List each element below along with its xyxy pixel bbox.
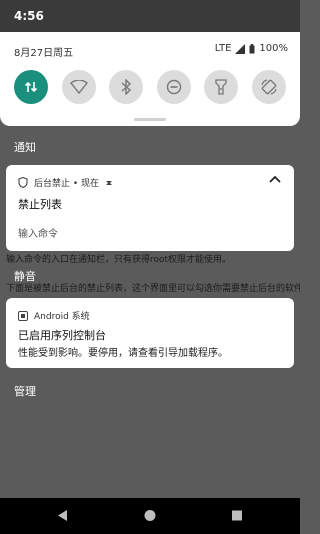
bluetooth-toggle-tile[interactable] [109,70,143,104]
battery-icon [249,43,255,53]
dnd-toggle-tile[interactable] [157,70,191,104]
data-toggle-tile[interactable] [14,70,48,104]
battery-percent: 100% [259,43,288,54]
signal-icon [235,43,246,54]
qs-status-icons: LTE 100% [215,43,288,54]
command-input[interactable]: 输入命令 [18,225,58,240]
flashlight-icon [215,79,227,95]
chevron-up-icon[interactable] [268,173,282,187]
android-system-icon [18,310,28,321]
status-time: 4:56 [14,9,44,23]
do-not-disturb-icon [166,79,182,95]
notification-title: 已启用序列控制台 [18,329,106,342]
notification-app-label: 后台禁止 • 现在 [34,179,100,189]
notifications-section-title: 通知 [14,141,36,154]
shield-icon [18,177,28,188]
flashlight-toggle-tile[interactable] [204,70,238,104]
notification-small-icon [106,180,113,185]
background-text-line2: 下面是被禁止后台的禁止列表，这个界面里可以勾选你需要禁止后台的软件 [6,284,300,294]
bluetooth-icon [121,79,132,95]
background-text-line1: 输入命令的入口在通知栏，只有获得root权限才能使用。 [6,255,232,265]
wifi-icon [70,80,88,94]
autorotate-icon [261,79,277,95]
network-label: LTE [214,43,232,54]
notification-app-label: Android 系统 [34,312,90,322]
wifi-toggle-tile[interactable] [62,70,96,104]
quick-settings-panel: 8月27日周五 LTE 100% [0,32,300,126]
notification-title: 禁止列表 [18,198,62,211]
manage-button[interactable]: 管理 [14,383,36,399]
autorotate-toggle-tile[interactable] [252,70,286,104]
recents-icon[interactable] [231,509,243,522]
back-icon[interactable] [56,509,68,522]
qs-date[interactable]: 8月27日周五 [14,44,73,59]
navigation-bar [0,498,300,534]
notification-text: 性能受到影响。要停用，请查看引导加载程序。 [18,348,228,359]
notification-card-android-system[interactable]: Android 系统 已启用序列控制台 性能受到影响。要停用，请查看引导加载程序… [6,298,294,368]
status-bar: 4:56 [0,0,300,32]
notification-card-background-ban[interactable]: 后台禁止 • 现在 禁止列表 输入命令 [6,165,294,251]
data-arrows-icon [24,81,38,93]
notification-header: Android 系统 [18,309,90,322]
panel-drag-handle[interactable] [134,118,166,121]
home-icon[interactable] [144,509,156,522]
notification-header: 后台禁止 • 现在 [18,176,113,189]
